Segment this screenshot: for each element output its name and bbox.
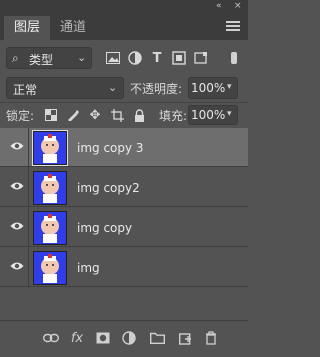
tab-layers[interactable]: 图层 xyxy=(4,16,51,40)
fill-value: 100% xyxy=(191,108,226,122)
chevron-down-icon: ⌄ xyxy=(77,51,87,64)
layer-thumbnail xyxy=(32,130,68,166)
filter-kind-label: 类型 xyxy=(29,53,54,67)
search-icon: ⌕ xyxy=(12,51,19,65)
image-filter-icon[interactable] xyxy=(104,48,122,68)
layer-name: img copy2 xyxy=(77,181,140,195)
shape-filter-icon[interactable] xyxy=(170,48,188,68)
lock-transparent-icon[interactable] xyxy=(42,106,60,124)
fx-icon[interactable]: fx xyxy=(66,327,88,349)
lock-all-icon[interactable] xyxy=(130,106,148,124)
chevron-down-icon: ▾ xyxy=(227,82,232,92)
adjustment-filter-icon[interactable] xyxy=(126,48,144,68)
chevron-down-icon: ⌄ xyxy=(108,81,118,94)
layer-thumbnail xyxy=(33,211,67,245)
adjustment-icon[interactable] xyxy=(118,327,140,349)
layer-row[interactable]: img xyxy=(0,248,248,287)
lock-position-icon[interactable]: ✥ xyxy=(86,106,104,124)
link-icon[interactable] xyxy=(40,327,62,349)
layers-bottom-toolbar: fx xyxy=(0,320,248,357)
blend-mode-dropdown[interactable]: 正常 ⌄ xyxy=(6,77,124,99)
layer-thumbnail xyxy=(33,251,67,285)
mask-icon[interactable] xyxy=(92,327,114,349)
layer-name: img xyxy=(77,261,100,275)
layer-row[interactable]: img copy xyxy=(0,208,248,247)
collapse-icon[interactable]: « xyxy=(216,0,222,12)
layers-panel: « × 图层 通道 ⌕ 类型 ⌄ T 正常 ⌄ 不透明度: 100% ▾ 锁定:… xyxy=(0,0,248,357)
lock-paint-icon[interactable] xyxy=(64,106,82,124)
layer-row[interactable]: img copy2 xyxy=(0,168,248,207)
fill-field[interactable]: 100% ▾ xyxy=(188,105,238,125)
divider xyxy=(0,102,248,103)
group-folder-icon[interactable] xyxy=(146,327,168,349)
fill-label: 填充: xyxy=(159,109,188,123)
opacity-value: 100% xyxy=(191,81,226,95)
type-filter-icon[interactable]: T xyxy=(148,48,166,68)
layer-name: img copy 3 xyxy=(77,141,144,155)
layers-list: img copy 3 img copy2 img copy img xyxy=(0,128,248,316)
filter-kind-dropdown[interactable]: ⌕ 类型 ⌄ xyxy=(6,47,92,69)
panel-top-strip: « × xyxy=(0,0,248,12)
tab-channels[interactable]: 通道 xyxy=(50,16,96,40)
visibility-eye-icon[interactable] xyxy=(10,261,24,271)
new-layer-icon[interactable] xyxy=(174,327,196,349)
trash-icon[interactable] xyxy=(200,327,222,349)
layer-thumbnail xyxy=(33,171,67,205)
visibility-eye-icon[interactable] xyxy=(10,141,24,151)
close-icon[interactable]: × xyxy=(234,0,242,12)
opacity-label: 不透明度: xyxy=(130,82,183,96)
layer-name: img copy xyxy=(77,221,133,235)
visibility-eye-icon[interactable] xyxy=(10,221,24,231)
layer-row[interactable]: img copy 3 xyxy=(0,128,248,167)
opacity-field[interactable]: 100% ▾ xyxy=(188,77,238,99)
lock-artboard-icon[interactable] xyxy=(108,106,126,124)
divider xyxy=(28,128,29,288)
blend-mode-label: 正常 xyxy=(13,83,38,97)
lock-label: 锁定: xyxy=(6,109,35,123)
tab-bar: 图层 通道 xyxy=(0,12,248,40)
panel-menu-icon[interactable] xyxy=(226,21,240,31)
visibility-eye-icon[interactable] xyxy=(10,181,24,191)
chevron-down-icon: ▾ xyxy=(227,109,232,119)
smart-object-filter-icon[interactable] xyxy=(192,48,210,68)
filter-toggle[interactable] xyxy=(231,52,237,64)
